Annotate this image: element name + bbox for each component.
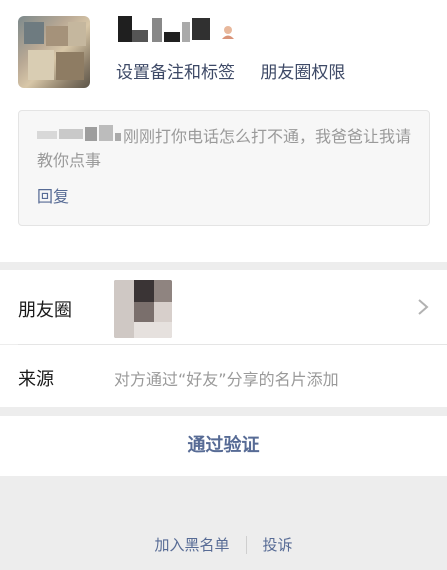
blacklist-link[interactable]: 加入黑名单 [154, 536, 229, 554]
moments-label: 朋友圈 [18, 300, 72, 321]
source-label: 来源 [18, 369, 54, 390]
greeting-message-text: 刚刚打你电话怎么打不通，我爸爸让我请教你点事 [37, 127, 412, 170]
footer-separator [245, 535, 247, 554]
avatar[interactable] [18, 16, 90, 88]
reply-link[interactable]: 回复 [37, 183, 69, 207]
chevron-right-icon [418, 299, 429, 315]
profile-header: 设置备注和标签 朋友圈权限 刚刚打你电话怎么打不通，我爸爸让我请教你点事 回复 [0, 0, 447, 262]
greeting-message-box: 刚刚打你电话怎么打不通，我爸爸让我请教你点事 回复 [18, 110, 430, 226]
profile-links: 设置备注和标签 朋友圈权限 [116, 58, 365, 83]
female-gender-icon [222, 26, 234, 39]
source-value: 对方通过“好友”分享的名片添加 [114, 370, 339, 389]
moments-thumbnail [114, 280, 172, 338]
source-row: 来源 对方通过“好友”分享的名片添加 [0, 345, 447, 407]
report-link[interactable]: 投诉 [263, 536, 293, 554]
moments-permission-link[interactable]: 朋友圈权限 [260, 63, 345, 83]
footer-actions: 加入黑名单 投诉 [0, 534, 447, 555]
moments-row[interactable]: 朋友圈 [0, 270, 447, 344]
verify-button[interactable]: 通过验证 [0, 416, 447, 476]
set-remark-link[interactable]: 设置备注和标签 [116, 63, 235, 83]
nickname-redacted [118, 16, 214, 42]
